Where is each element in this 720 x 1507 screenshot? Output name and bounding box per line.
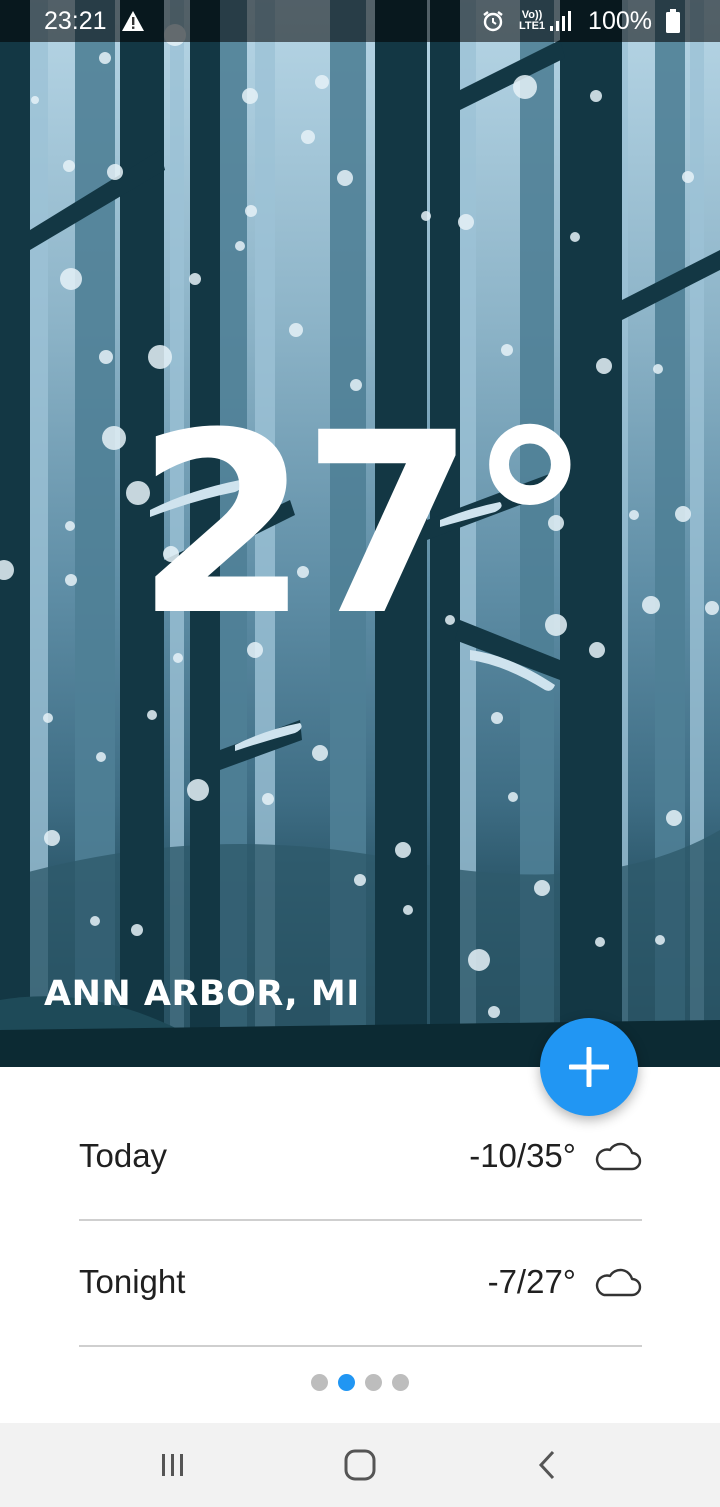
page-dot-active[interactable]	[338, 1374, 355, 1391]
navigation-bar	[0, 1423, 720, 1507]
add-location-button[interactable]	[540, 1018, 638, 1116]
status-bar: 23:21 Vo)) LTE1 100%	[0, 0, 720, 42]
signal-icon: Vo)) LTE1	[519, 10, 574, 32]
cloud-icon	[595, 1268, 642, 1297]
status-time: 23:21	[44, 6, 107, 35]
page-dot[interactable]	[365, 1374, 382, 1391]
divider	[79, 1345, 642, 1347]
back-button[interactable]	[517, 1443, 577, 1487]
plus-icon	[569, 1047, 609, 1087]
divider	[79, 1219, 642, 1221]
forecast-temp-range: -10/35°	[469, 1137, 576, 1174]
home-button[interactable]	[330, 1443, 390, 1487]
forecast-row-today[interactable]: Today -10/35°	[79, 1121, 642, 1191]
warning-icon	[121, 10, 145, 32]
city-name[interactable]: ANN ARBOR, MI	[44, 974, 360, 1014]
home-icon	[344, 1449, 376, 1481]
recents-button[interactable]	[143, 1443, 203, 1487]
current-temperature: 27°	[135, 379, 593, 670]
back-icon	[538, 1450, 555, 1480]
battery-icon	[666, 9, 680, 33]
forecast-label: Today	[79, 1137, 168, 1174]
weather-hero: 23:21 Vo)) LTE1 100% 27° ANN ARBOR, MI	[0, 0, 720, 1067]
forecast-row-tonight[interactable]: Tonight -7/27°	[79, 1247, 642, 1317]
forecast-label: Tonight	[79, 1263, 186, 1300]
battery-percent: 100%	[588, 6, 652, 35]
page-dot[interactable]	[311, 1374, 328, 1391]
alarm-icon	[481, 9, 505, 33]
cloud-icon	[595, 1142, 642, 1171]
forecast-temp-range: -7/27°	[487, 1263, 576, 1300]
page-dot[interactable]	[392, 1374, 409, 1391]
page-indicator	[0, 1374, 720, 1391]
recents-icon	[162, 1454, 183, 1476]
